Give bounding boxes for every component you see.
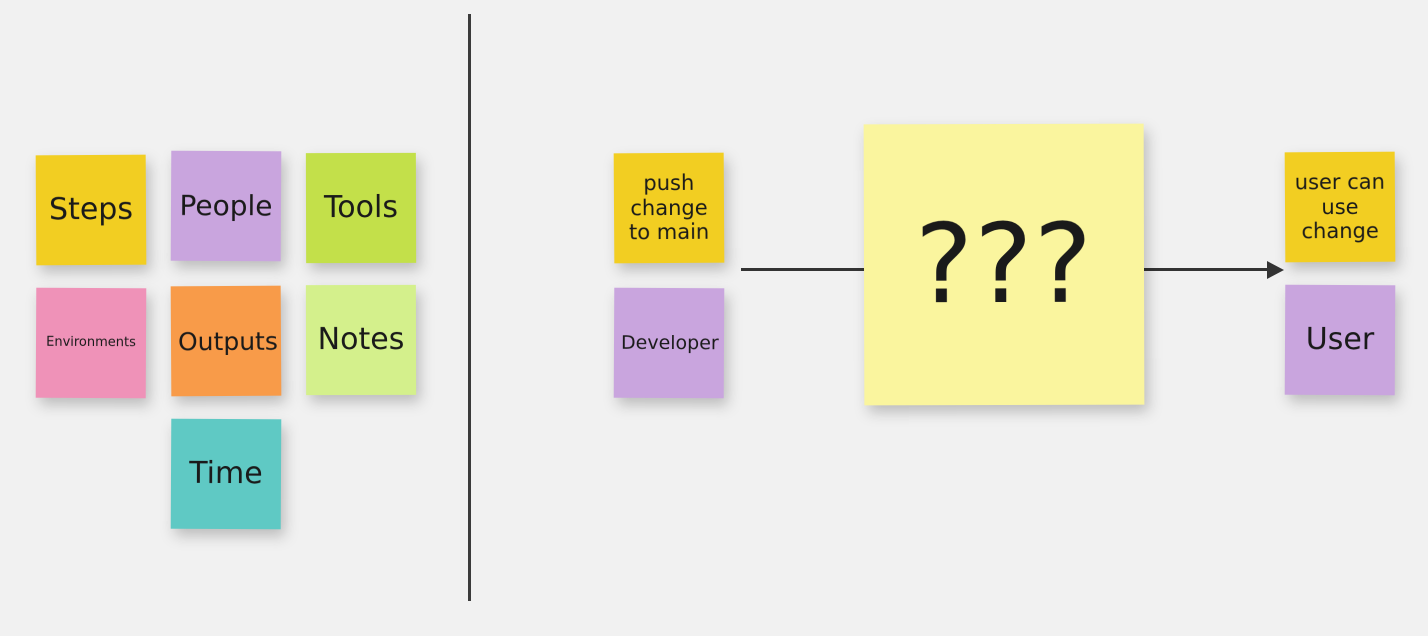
sticky-note-user-label: User	[1305, 321, 1375, 357]
sticky-note-tools-label: Tools	[323, 189, 398, 225]
sticky-note-unknown-process-label: ???	[914, 199, 1094, 328]
sticky-note-environments[interactable]: Environments	[35, 287, 147, 399]
sticky-note-people[interactable]: People	[170, 150, 282, 262]
sticky-note-environments-label: Environments	[46, 335, 136, 351]
sticky-note-user-can-use-change[interactable]: user can use change	[1284, 151, 1396, 263]
sticky-note-time-label: Time	[189, 455, 263, 491]
sticky-note-notes-label: Notes	[317, 321, 405, 357]
sticky-note-people-label: People	[179, 188, 273, 223]
connector-developer-to-unknown	[741, 268, 876, 271]
sticky-note-unknown-process[interactable]: ???	[863, 123, 1145, 406]
sticky-note-user[interactable]: User	[1284, 284, 1396, 396]
vertical-divider	[468, 14, 471, 601]
sticky-note-steps[interactable]: Steps	[35, 154, 147, 266]
sticky-note-push-change-to-main-label: push change to main	[628, 171, 710, 245]
arrow-head-icon	[1267, 261, 1284, 279]
sticky-note-user-can-use-change-label: user can use change	[1294, 170, 1386, 244]
sticky-note-developer[interactable]: Developer	[613, 287, 725, 399]
sticky-note-tools[interactable]: Tools	[305, 152, 417, 264]
sticky-note-time[interactable]: Time	[170, 418, 282, 530]
sticky-note-push-change-to-main[interactable]: push change to main	[613, 152, 725, 264]
sticky-note-notes[interactable]: Notes	[305, 284, 417, 396]
connector-unknown-to-user	[1135, 268, 1267, 271]
sticky-note-developer-label: Developer	[620, 331, 719, 355]
whiteboard-canvas: Steps People Tools Environments Outputs …	[0, 0, 1428, 636]
sticky-note-outputs[interactable]: Outputs	[170, 285, 282, 397]
sticky-note-steps-label: Steps	[48, 191, 134, 227]
sticky-note-outputs-label: Outputs	[177, 326, 278, 356]
